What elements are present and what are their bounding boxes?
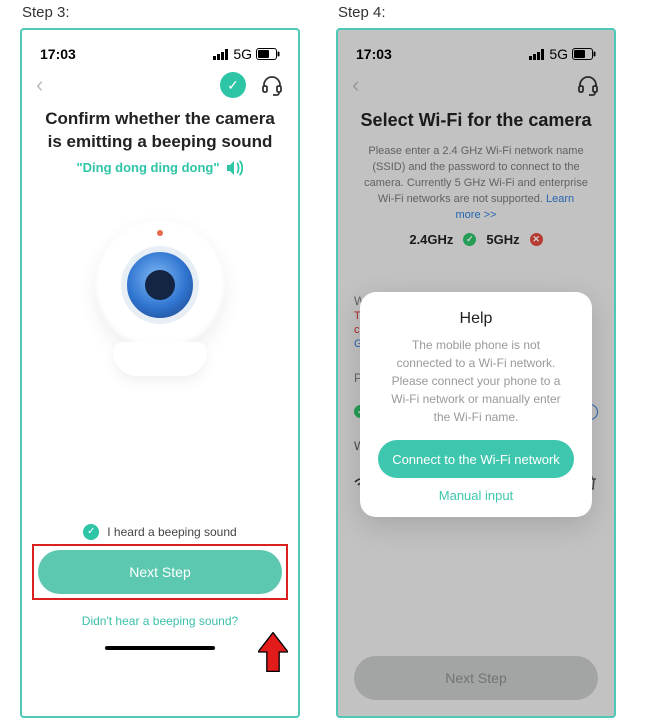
- camera-illustration: [22, 176, 298, 404]
- status-network: 5G: [549, 46, 568, 62]
- signal-icon: [213, 49, 229, 60]
- headset-icon[interactable]: [576, 73, 600, 97]
- signal-icon: [529, 49, 545, 60]
- connect-wifi-button[interactable]: Connect to the Wi-Fi network: [378, 440, 574, 478]
- progress-check-icon: ✓: [220, 72, 246, 98]
- status-right: 5G: [213, 46, 280, 62]
- status-bar: 17:03 5G: [338, 30, 614, 68]
- back-button[interactable]: ‹: [352, 72, 359, 98]
- no-sound-link[interactable]: Didn't hear a beeping sound?: [22, 614, 298, 628]
- status-network: 5G: [233, 46, 252, 62]
- next-step-button[interactable]: Next Step: [354, 656, 598, 700]
- speaker-icon: [226, 160, 244, 176]
- modal-body: The mobile phone is not connected to a W…: [378, 336, 574, 440]
- page-title: Select Wi-Fi for the camera: [338, 104, 614, 138]
- status-bar: 17:03 5G: [22, 30, 298, 68]
- freq-5ghz: 5GHz: [486, 232, 519, 247]
- page-description: Please enter a 2.4 GHz Wi-Fi network nam…: [338, 138, 614, 232]
- page-title: Confirm whether the camera is emitting a…: [22, 104, 298, 160]
- x-circle-icon: ✕: [530, 233, 543, 246]
- battery-icon: [256, 48, 280, 60]
- step4-label: Step 4:: [338, 4, 386, 21]
- frequency-indicator: 2.4GHz ✓ 5GHz ✕: [338, 232, 614, 247]
- nav-row: ‹: [338, 68, 614, 104]
- freq-24ghz: 2.4GHz: [409, 232, 453, 247]
- check-circle-icon: ✓: [463, 233, 476, 246]
- help-modal: Help The mobile phone is not connected t…: [360, 292, 592, 517]
- nav-row: ‹ ✓: [22, 68, 298, 104]
- step3-label: Step 3:: [22, 4, 70, 21]
- sound-indicator: "Ding dong ding dong": [22, 160, 298, 176]
- step4-phone: 17:03 5G ‹ Select Wi-Fi for the camera P…: [336, 28, 616, 718]
- confirm-label: I heard a beeping sound: [107, 525, 236, 539]
- modal-title: Help: [378, 310, 574, 328]
- status-right: 5G: [529, 46, 596, 62]
- sound-phrase: "Ding dong ding dong": [76, 160, 219, 175]
- next-step-button[interactable]: Next Step: [38, 550, 282, 594]
- pointer-arrow-icon: [258, 632, 288, 672]
- back-button[interactable]: ‹: [36, 72, 43, 98]
- step3-phone: 17:03 5G ‹ ✓ Confirm whether the camera …: [20, 28, 300, 718]
- status-time: 17:03: [40, 46, 76, 62]
- heard-sound-confirm[interactable]: ✓ I heard a beeping sound: [22, 524, 298, 540]
- headset-icon[interactable]: [260, 73, 284, 97]
- status-time: 17:03: [356, 46, 392, 62]
- check-icon: ✓: [83, 524, 99, 540]
- home-indicator: [105, 646, 215, 650]
- battery-icon: [572, 48, 596, 60]
- manual-input-link[interactable]: Manual input: [378, 488, 574, 503]
